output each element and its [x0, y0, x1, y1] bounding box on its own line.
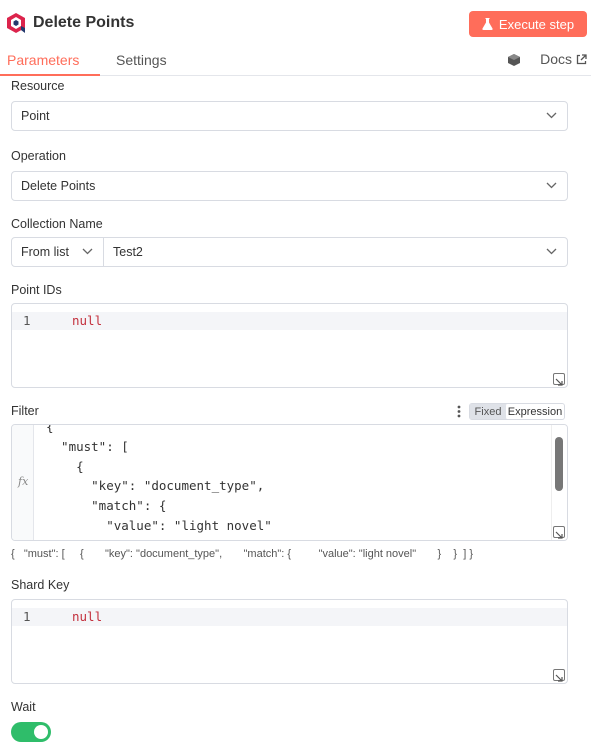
resource-select[interactable]: Point [11, 101, 568, 131]
expression-result-preview: { "must": [ { "key": "document_type", "m… [11, 548, 473, 560]
options-kebab-icon[interactable] [457, 405, 461, 418]
tab-settings[interactable]: Settings [116, 51, 167, 69]
tab-parameters[interactable]: Parameters [7, 51, 79, 69]
chevron-down-icon [546, 248, 557, 255]
filter-code: { "must": [ { "key": "document_type", "m… [46, 424, 272, 540]
operation-value: Delete Points [21, 179, 96, 193]
line-number: 1 [23, 313, 31, 328]
resource-label: Resource [11, 79, 65, 93]
docs-link[interactable]: Docs [540, 51, 587, 67]
resize-handle-icon[interactable] [553, 526, 565, 539]
qdrant-logo-icon [7, 13, 25, 33]
code-value: null [72, 609, 103, 624]
node-header: Delete Points Execute step [0, 0, 591, 46]
scrollbar[interactable] [551, 425, 567, 540]
resize-handle-icon[interactable] [553, 669, 565, 682]
line-number: 1 [23, 609, 31, 624]
collection-mode-value: From list [21, 245, 69, 259]
fixed-mode-button[interactable]: Fixed [470, 404, 506, 419]
point-ids-label: Point IDs [11, 283, 62, 297]
docs-label: Docs [540, 51, 572, 67]
point-ids-editor[interactable]: 1 null [11, 303, 568, 388]
chevron-down-icon [82, 248, 93, 255]
fixed-expression-toggle: Fixed Expression [469, 403, 565, 420]
node-title: Delete Points [33, 14, 135, 31]
filter-label: Filter [11, 404, 39, 418]
fx-gutter: fx [12, 425, 34, 540]
switch-knob [34, 725, 48, 739]
scrollbar-thumb[interactable] [555, 437, 563, 491]
code-line: 1 null [12, 312, 567, 330]
operation-label: Operation [11, 149, 66, 163]
collection-value: Test2 [113, 245, 143, 259]
filter-expression-editor[interactable]: fx { "must": [ { "key": "document_type",… [11, 424, 568, 541]
execute-step-button[interactable]: Execute step [469, 11, 587, 37]
fx-icon: fx [18, 475, 29, 488]
node-cube-icon [508, 54, 520, 66]
tab-bar: Parameters Settings Docs [0, 46, 591, 76]
collection-mode-select[interactable]: From list [11, 237, 104, 267]
shard-key-editor[interactable]: 1 null [11, 599, 568, 684]
chevron-down-icon [546, 112, 557, 119]
collection-select[interactable]: Test2 [103, 237, 568, 267]
operation-select[interactable]: Delete Points [11, 171, 568, 201]
chevron-down-icon [546, 182, 557, 189]
expression-mode-button[interactable]: Expression [506, 404, 564, 419]
active-tab-indicator [0, 74, 100, 76]
shard-key-label: Shard Key [11, 578, 70, 592]
code-value: null [72, 313, 103, 328]
flask-icon [482, 18, 493, 30]
resource-value: Point [21, 109, 50, 123]
collection-name-label: Collection Name [11, 217, 103, 231]
wait-toggle-switch[interactable] [11, 722, 51, 742]
resize-handle-icon[interactable] [553, 373, 565, 386]
external-link-icon [576, 53, 587, 64]
wait-label: Wait [11, 700, 36, 714]
execute-step-label: Execute step [498, 16, 575, 32]
code-line: 1 null [12, 608, 567, 626]
